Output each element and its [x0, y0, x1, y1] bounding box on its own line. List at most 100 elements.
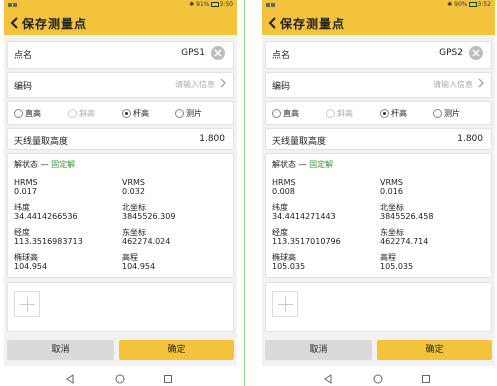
app-bar: 保存测量点 [4, 11, 237, 35]
solution-card: 解状态 — 固定解 HRMS 0.017 VRMS 0.032 纬度 34.44… [7, 153, 234, 278]
cancel-button[interactable]: 取消 [7, 340, 114, 360]
confirm-button[interactable]: 确定 [377, 340, 492, 360]
status-bar: ✱ 90% 3:52 [262, 0, 495, 11]
latitude-label: 纬度 [14, 203, 30, 212]
status-bar: ✱ 91% 3:50 [4, 0, 237, 11]
mode-radio-straight[interactable]: 直高 [14, 108, 41, 119]
ellipsoid-height-value: 105.035 [272, 262, 306, 271]
ellipsoid-height-label: 椭球高 [14, 253, 38, 262]
mode-radio-photo[interactable]: 测片 [175, 108, 202, 119]
page-title: 保存测量点 [280, 17, 346, 31]
bluetooth-icon: ✱ [447, 1, 453, 8]
screen-divider [244, 0, 245, 386]
height-mode-group: 直高 斜高 杆高 测片 [7, 101, 234, 125]
vrms-value: 0.016 [380, 187, 403, 196]
nav-home-icon[interactable] [372, 370, 384, 384]
bluetooth-icon: ✱ [189, 1, 195, 8]
clear-icon[interactable] [469, 46, 483, 60]
vrms-label: VRMS [122, 178, 146, 187]
back-arrow-icon[interactable] [266, 15, 280, 31]
signal-icon [266, 2, 286, 8]
add-photo-icon[interactable] [272, 291, 298, 317]
longitude-value: 113.3517010796 [272, 237, 341, 246]
page-title: 保存测量点 [22, 17, 88, 31]
code-input[interactable]: 请输入信息 [433, 79, 473, 90]
ellipsoid-height-label: 椭球高 [272, 253, 296, 262]
hrms-value: 0.008 [272, 187, 295, 196]
vrms-value: 0.032 [122, 187, 145, 196]
nav-back-icon[interactable] [64, 370, 76, 384]
antenna-height-input[interactable]: 1.800 [457, 134, 483, 144]
longitude-label: 经度 [14, 228, 30, 237]
mode-radio-straight[interactable]: 直高 [272, 108, 299, 119]
status-time: 3:52 [477, 1, 491, 8]
elevation-label: 高程 [122, 253, 138, 262]
code-label: 编码 [14, 82, 33, 92]
antenna-height-input[interactable]: 1.800 [199, 134, 225, 144]
chevron-right-icon [219, 77, 227, 89]
antenna-height-label: 天线量取高度 [272, 137, 327, 147]
nav-recents-icon[interactable] [420, 370, 432, 383]
phone-screen-right: ✱ 90% 3:52 保存测量点 点名 GPS2 编码 请输入信息 直高 斜高 杆… [262, 0, 495, 386]
nav-recents-icon[interactable] [162, 370, 174, 383]
mode-radio-slant[interactable]: 斜高 [326, 108, 353, 119]
antenna-height-row[interactable]: 天线量取高度 1.800 [265, 128, 492, 150]
solution-card: 解状态 — 固定解 HRMS 0.008 VRMS 0.016 纬度 34.44… [265, 153, 492, 278]
code-row[interactable]: 编码 请输入信息 [7, 72, 234, 98]
battery-icon [210, 2, 219, 7]
mode-radio-slant[interactable]: 斜高 [68, 108, 95, 119]
point-name-row[interactable]: 点名 GPS2 [265, 41, 492, 69]
back-arrow-icon[interactable] [8, 15, 22, 31]
chevron-right-icon [477, 77, 485, 89]
latitude-value: 34.4414271443 [272, 212, 336, 221]
ellipsoid-height-value: 104.954 [14, 262, 48, 271]
northing-value: 3845526.309 [122, 212, 176, 221]
clear-icon[interactable] [211, 46, 225, 60]
elevation-label: 高程 [380, 253, 396, 262]
code-row[interactable]: 编码 请输入信息 [265, 72, 492, 98]
point-name-row[interactable]: 点名 GPS1 [7, 41, 234, 69]
system-nav-bar [4, 366, 237, 386]
app-bar: 保存测量点 [262, 11, 495, 35]
point-name-input[interactable]: GPS1 [181, 48, 205, 58]
antenna-height-label: 天线量取高度 [14, 137, 69, 147]
cancel-button[interactable]: 取消 [265, 340, 372, 360]
mode-radio-pole[interactable]: 杆高 [380, 108, 407, 119]
hrms-value: 0.017 [14, 187, 37, 196]
phone-screen-left: ✱ 91% 3:50 保存测量点 点名 GPS1 编码 请输入信息 直高 斜高 杆… [4, 0, 237, 386]
easting-value: 462274.024 [122, 237, 171, 246]
latitude-value: 34.4414266536 [14, 212, 78, 221]
hrms-label: HRMS [14, 178, 38, 187]
easting-value: 462274.714 [380, 237, 429, 246]
northing-label: 北坐标 [380, 203, 404, 212]
battery-icon [468, 2, 477, 7]
mode-radio-pole[interactable]: 杆高 [122, 108, 149, 119]
mode-radio-photo[interactable]: 测片 [433, 108, 460, 119]
point-name-label: 点名 [272, 51, 291, 61]
point-name-input[interactable]: GPS2 [439, 48, 463, 58]
solution-value: 固定解 [309, 160, 334, 169]
easting-label: 东坐标 [122, 228, 146, 237]
northing-value: 3845526.458 [380, 212, 434, 221]
hrms-label: HRMS [272, 178, 296, 187]
status-time: 3:50 [219, 1, 233, 8]
code-label: 编码 [272, 82, 291, 92]
photo-card [265, 282, 492, 332]
nav-home-icon[interactable] [114, 370, 126, 384]
signal-icon [8, 2, 28, 8]
longitude-label: 经度 [272, 228, 288, 237]
nav-back-icon[interactable] [322, 370, 334, 384]
easting-label: 东坐标 [380, 228, 404, 237]
northing-label: 北坐标 [122, 203, 146, 212]
elevation-value: 105.035 [380, 262, 414, 271]
add-photo-icon[interactable] [14, 291, 40, 317]
system-nav-bar [262, 366, 495, 386]
photo-card [7, 282, 234, 332]
antenna-height-row[interactable]: 天线量取高度 1.800 [7, 128, 234, 150]
solution-status: 解状态 — 固定解 [272, 160, 334, 169]
point-name-label: 点名 [14, 51, 33, 61]
solution-value: 固定解 [51, 160, 76, 169]
code-input[interactable]: 请输入信息 [175, 79, 215, 90]
height-mode-group: 直高 斜高 杆高 测片 [265, 101, 492, 125]
confirm-button[interactable]: 确定 [119, 340, 234, 360]
